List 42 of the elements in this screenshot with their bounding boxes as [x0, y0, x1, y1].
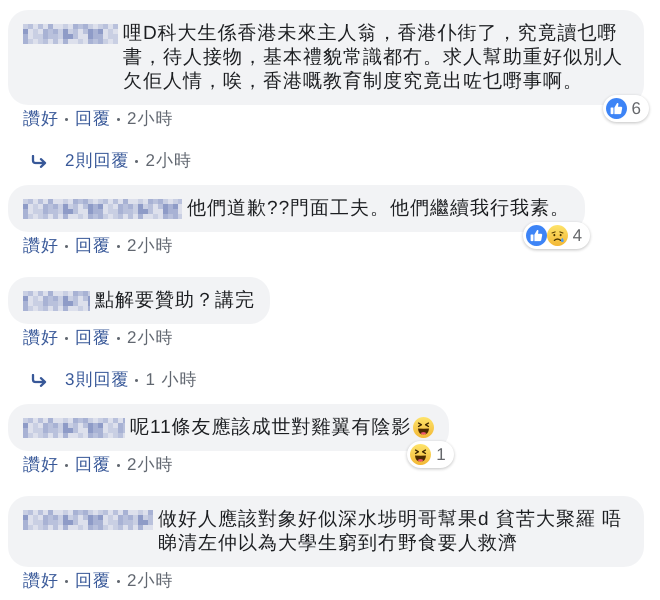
sad-face-icon — [546, 225, 568, 246]
reply-arrow-icon — [31, 374, 47, 386]
reaction-badge[interactable]: 1 — [407, 441, 454, 468]
time-label: 2小時 — [127, 570, 174, 592]
comment-text: 呢11條友應該成世對雞翼有陰影 — [130, 416, 412, 440]
time-label: 2小時 — [127, 327, 174, 349]
laughing-face-icon — [412, 416, 434, 438]
like-icon — [606, 98, 627, 119]
reply-link[interactable]: 回覆 — [75, 235, 111, 257]
blurred-name[interactable] — [23, 418, 125, 438]
reply-link[interactable]: 回覆 — [75, 327, 111, 349]
comment-text: 做好人應該對象好似深水埗明哥幫果d 貧苦大聚羅 唔睇清左仲以為大學生窮到冇野食要人救濟 — [158, 508, 624, 556]
view-replies-link[interactable]: 2則回覆 — [65, 150, 130, 172]
time-label: 1 小時 — [145, 369, 198, 391]
blurred-name[interactable] — [23, 290, 90, 310]
reply-arrow-icon — [31, 154, 47, 168]
reaction-count: 1 — [436, 444, 446, 465]
like-link[interactable]: 讚好 — [23, 570, 59, 592]
like-link[interactable]: 讚好 — [23, 454, 59, 476]
view-replies-link[interactable]: 3則回覆 — [65, 369, 130, 391]
reply-link[interactable]: 回覆 — [75, 454, 111, 476]
like-link[interactable]: 讚好 — [23, 235, 59, 257]
comment-text: 點解要贊助？講完 — [95, 288, 255, 312]
reaction-count: 4 — [572, 225, 582, 246]
reply-link[interactable]: 回覆 — [75, 108, 111, 130]
time-label: 2小時 — [127, 454, 174, 476]
blurred-name[interactable] — [23, 510, 153, 530]
blurred-name[interactable] — [23, 24, 118, 44]
reaction-badge[interactable]: 4 — [522, 222, 590, 249]
reply-link[interactable]: 回覆 — [75, 570, 111, 592]
laughing-face-icon — [410, 444, 432, 465]
comment-text: 他們道歉??門面工夫。他們繼續我行我素。 — [187, 196, 570, 220]
like-icon — [526, 225, 547, 246]
time-label: 2小時 — [145, 150, 192, 172]
like-link[interactable]: 讚好 — [23, 108, 59, 130]
time-label: 2小時 — [127, 235, 174, 257]
blurred-name[interactable] — [23, 198, 182, 218]
comment-text: 哩D科大生係香港未來主人翁，香港仆街了，究竟讀乜嘢書，待人接物，基本禮貌常識都冇。求人幫助重好似別人欠佢人情，唉，香港嘅教育制度究竟出咗乜嘢事啊。 — [123, 22, 624, 94]
time-label: 2小時 — [127, 108, 174, 130]
reaction-count: 6 — [632, 98, 641, 119]
like-link[interactable]: 讚好 — [23, 327, 59, 349]
reaction-badge[interactable]: 6 — [602, 95, 649, 122]
